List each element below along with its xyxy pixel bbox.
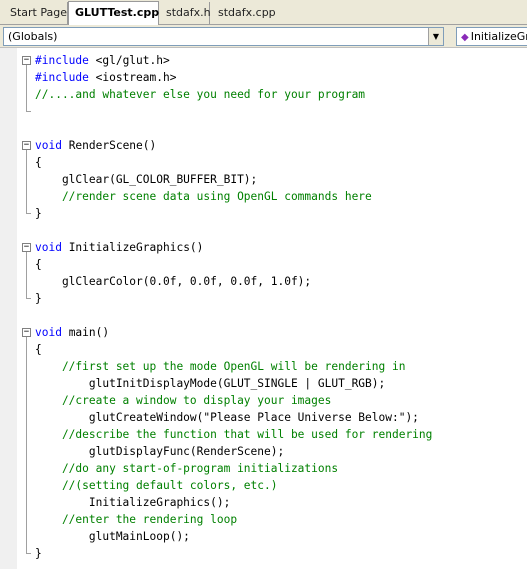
code-line[interactable]: { xyxy=(35,256,42,273)
code-line[interactable]: #include <gl/glut.h> xyxy=(35,52,170,69)
code-comment-line[interactable]: //do any start-of-program initialization… xyxy=(35,460,338,477)
code-line[interactable]: InitializeGraphics(); xyxy=(35,494,230,511)
code-line[interactable]: glutCreateWindow("Please Place Universe … xyxy=(35,409,419,426)
code-line[interactable]: glutMainLoop(); xyxy=(35,528,190,545)
code-line[interactable]: glutInitDisplayMode(GLUT_SINGLE | GLUT_R… xyxy=(35,375,385,392)
code-line[interactable]: void InitializeGraphics() xyxy=(35,239,203,256)
tab-start-page[interactable]: Start Page xyxy=(4,2,68,24)
code-comment-line[interactable]: //first set up the mode OpenGL will be r… xyxy=(35,358,406,375)
navigation-bar: (Globals) ▼ ◆InitializeGra xyxy=(0,25,527,48)
fold-guide-line xyxy=(26,150,27,214)
code-comment-line[interactable]: //....and whatever else you need for you… xyxy=(35,86,365,103)
code-comment-line[interactable]: //describe the function that will be use… xyxy=(35,426,432,443)
code-line[interactable]: { xyxy=(35,154,42,171)
function-icon: ◆ xyxy=(461,32,469,43)
code-line[interactable]: #include <iostream.h> xyxy=(35,69,176,86)
code-comment-line[interactable]: //(setting default colors, etc.) xyxy=(35,477,278,494)
fold-guide-end xyxy=(26,298,31,299)
code-editor[interactable]: #include <gl/glut.h> #include <iostream.h… xyxy=(0,48,527,569)
collapse-icon[interactable]: − xyxy=(22,141,31,150)
keyword-token: void xyxy=(35,241,62,254)
collapse-icon[interactable]: − xyxy=(22,56,31,65)
keyword-token: #include xyxy=(35,54,89,67)
document-tab-strip: Start Page GLUTTest.cpp stdafx.h stdafx.… xyxy=(0,0,527,25)
code-comment-line[interactable]: //create a window to display your images xyxy=(35,392,331,409)
collapse-icon[interactable]: − xyxy=(22,328,31,337)
member-dropdown-value: InitializeGra xyxy=(470,30,527,43)
code-line[interactable]: } xyxy=(35,545,42,562)
fold-guide-end xyxy=(26,213,31,214)
member-dropdown[interactable]: ◆InitializeGra xyxy=(456,27,527,46)
tab-stdafx-h[interactable]: stdafx.h xyxy=(160,2,211,24)
scope-dropdown-value: (Globals) xyxy=(8,30,58,43)
code-line[interactable]: { xyxy=(35,341,42,358)
code-line[interactable]: glutDisplayFunc(RenderScene); xyxy=(35,443,284,460)
fold-guide-end xyxy=(26,553,31,554)
scope-dropdown[interactable]: (Globals) ▼ xyxy=(3,27,444,46)
editor-margin xyxy=(0,48,17,569)
code-line[interactable]: } xyxy=(35,205,42,222)
tab-stdafx-cpp[interactable]: stdafx.cpp xyxy=(212,2,276,24)
code-line[interactable]: glClear(GL_COLOR_BUFFER_BIT); xyxy=(35,171,257,188)
code-line[interactable]: glClearColor(0.0f, 0.0f, 0.0f, 1.0f); xyxy=(35,273,311,290)
code-comment-line[interactable]: //render scene data using OpenGL command… xyxy=(35,188,372,205)
code-comment-line[interactable]: //enter the rendering loop xyxy=(35,511,237,528)
tab-gluttest-cpp[interactable]: GLUTTest.cpp xyxy=(68,1,159,25)
collapse-icon[interactable]: − xyxy=(22,243,31,252)
fold-guide-line xyxy=(26,65,27,112)
keyword-token: void xyxy=(35,139,62,152)
fold-guide-line xyxy=(26,337,27,554)
fold-guide-end xyxy=(26,111,31,112)
chevron-down-icon[interactable]: ▼ xyxy=(428,28,443,45)
code-line[interactable]: } xyxy=(35,290,42,307)
keyword-token: void xyxy=(35,326,62,339)
code-line[interactable]: void RenderScene() xyxy=(35,137,156,154)
keyword-token: #include xyxy=(35,71,89,84)
fold-guide-line xyxy=(26,252,27,299)
code-line[interactable]: void main() xyxy=(35,324,109,341)
